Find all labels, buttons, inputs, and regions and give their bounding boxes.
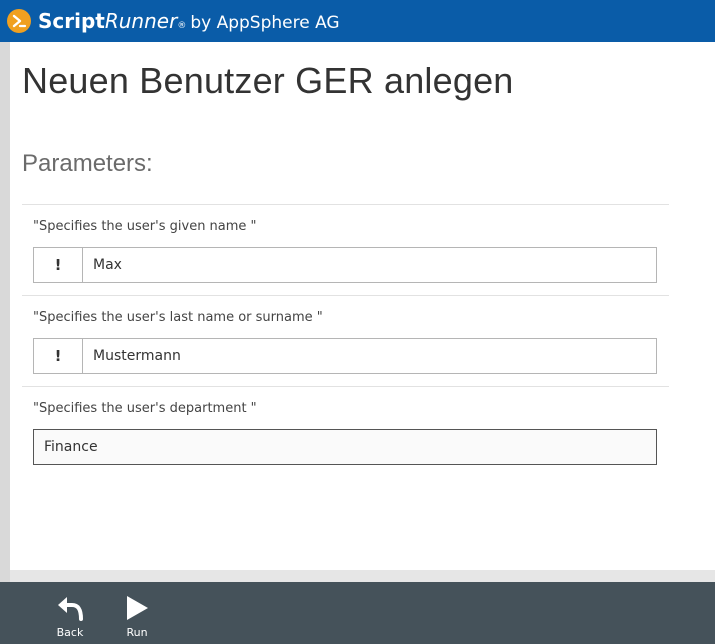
- required-marker-icon: !: [34, 339, 83, 373]
- run-label: Run: [126, 626, 148, 639]
- brand-script: Script: [38, 9, 105, 33]
- brand-runner: Runner: [104, 9, 178, 33]
- parameter-label: "Specifies the user's given name ": [33, 219, 257, 234]
- parameter-last-name: "Specifies the user's last name or surna…: [22, 295, 669, 386]
- given-name-field: !: [33, 247, 657, 283]
- parameter-department: "Specifies the user's department ": [22, 386, 669, 477]
- back-label: Back: [56, 626, 84, 639]
- play-icon: [125, 595, 149, 621]
- given-name-input[interactable]: [83, 248, 656, 282]
- parameter-given-name: "Specifies the user's given name " !: [22, 204, 669, 295]
- chevron-logo-icon: [7, 9, 31, 33]
- back-arrow-icon: [56, 595, 84, 621]
- brand-company: by AppSphere AG: [190, 13, 340, 33]
- required-marker-icon: !: [34, 248, 83, 282]
- run-button[interactable]: Run: [115, 582, 159, 644]
- department-field: [33, 429, 657, 465]
- app-header: Script Runner ® by AppSphere AG: [0, 0, 715, 42]
- last-name-input[interactable]: [83, 339, 656, 373]
- brand-name: Script Runner ® by AppSphere AG: [38, 9, 340, 33]
- page-title: Neuen Benutzer GER anlegen: [22, 60, 514, 101]
- last-name-field: !: [33, 338, 657, 374]
- back-button[interactable]: Back: [48, 582, 92, 644]
- action-bar: Back Run: [0, 582, 715, 644]
- parameter-label: "Specifies the user's department ": [33, 401, 257, 416]
- parameter-label: "Specifies the user's last name or surna…: [33, 310, 323, 325]
- parameters-heading: Parameters:: [22, 150, 153, 177]
- main-panel: Neuen Benutzer GER anlegen Parameters: "…: [10, 42, 715, 570]
- brand-registered-mark: ®: [177, 21, 187, 31]
- department-input[interactable]: [34, 430, 656, 464]
- left-strip: [0, 42, 10, 582]
